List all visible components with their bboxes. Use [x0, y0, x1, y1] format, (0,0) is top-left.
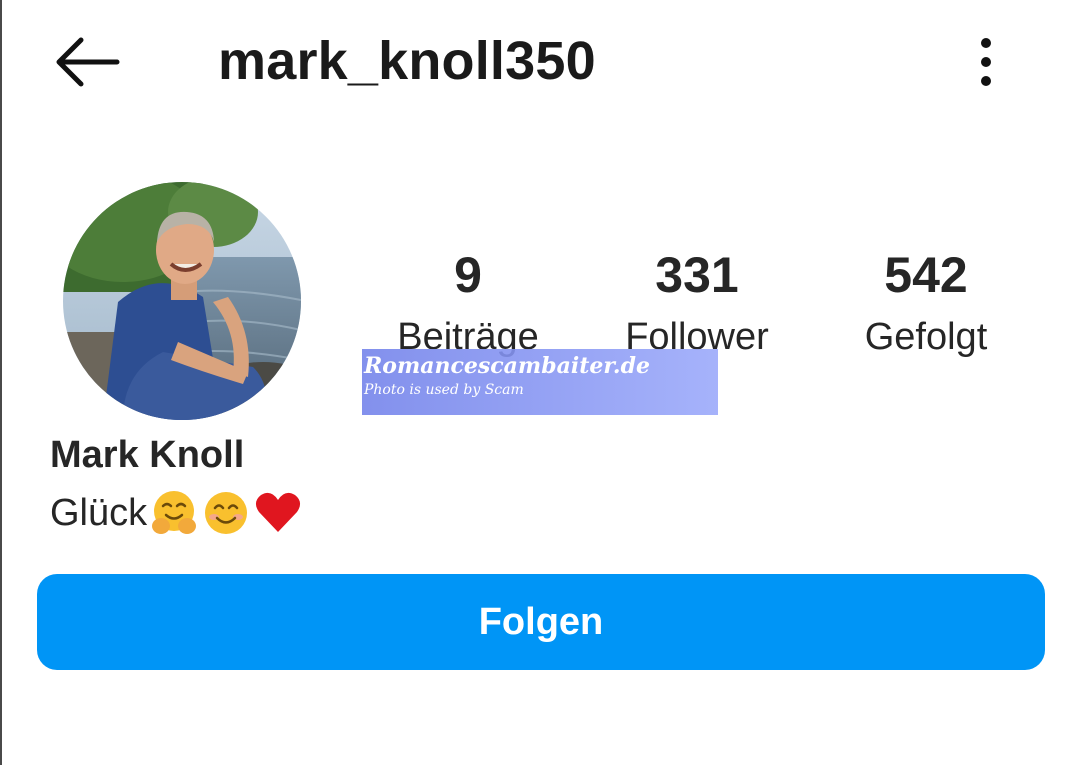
following-count: 542 [884, 247, 968, 303]
back-button[interactable] [44, 30, 128, 94]
profile-photo [63, 182, 301, 420]
arrow-left-icon [56, 37, 120, 87]
stat-posts[interactable]: 9 Beiträge [368, 244, 568, 360]
hugging-face-emoji [152, 491, 197, 534]
red-heart-emoji [256, 492, 301, 532]
profile-bio: Glück [50, 488, 303, 538]
posts-count: 9 [454, 247, 482, 303]
watermark-title: Romancescambaiter.de [364, 353, 650, 379]
followers-count: 331 [655, 247, 739, 303]
following-label: Gefolgt [864, 316, 988, 358]
more-vertical-icon [981, 38, 991, 86]
bio-text: Glück [50, 492, 148, 534]
watermark-banner: Romancescambaiter.de Photo is used by Sc… [362, 349, 718, 415]
more-options-button[interactable] [960, 30, 1012, 94]
profile-full-name: Mark Knoll [50, 434, 245, 476]
screen-edge [0, 0, 2, 765]
stat-following[interactable]: 542 Gefolgt [826, 244, 1026, 360]
profile-username: mark_knoll350 [218, 31, 596, 91]
follow-button[interactable]: Folgen [37, 574, 1045, 670]
profile-avatar[interactable] [63, 182, 301, 420]
smiling-face-emoji [205, 492, 248, 534]
watermark-subtitle: Photo is used by Scam [364, 382, 524, 398]
stat-followers[interactable]: 331 Follower [597, 244, 797, 360]
